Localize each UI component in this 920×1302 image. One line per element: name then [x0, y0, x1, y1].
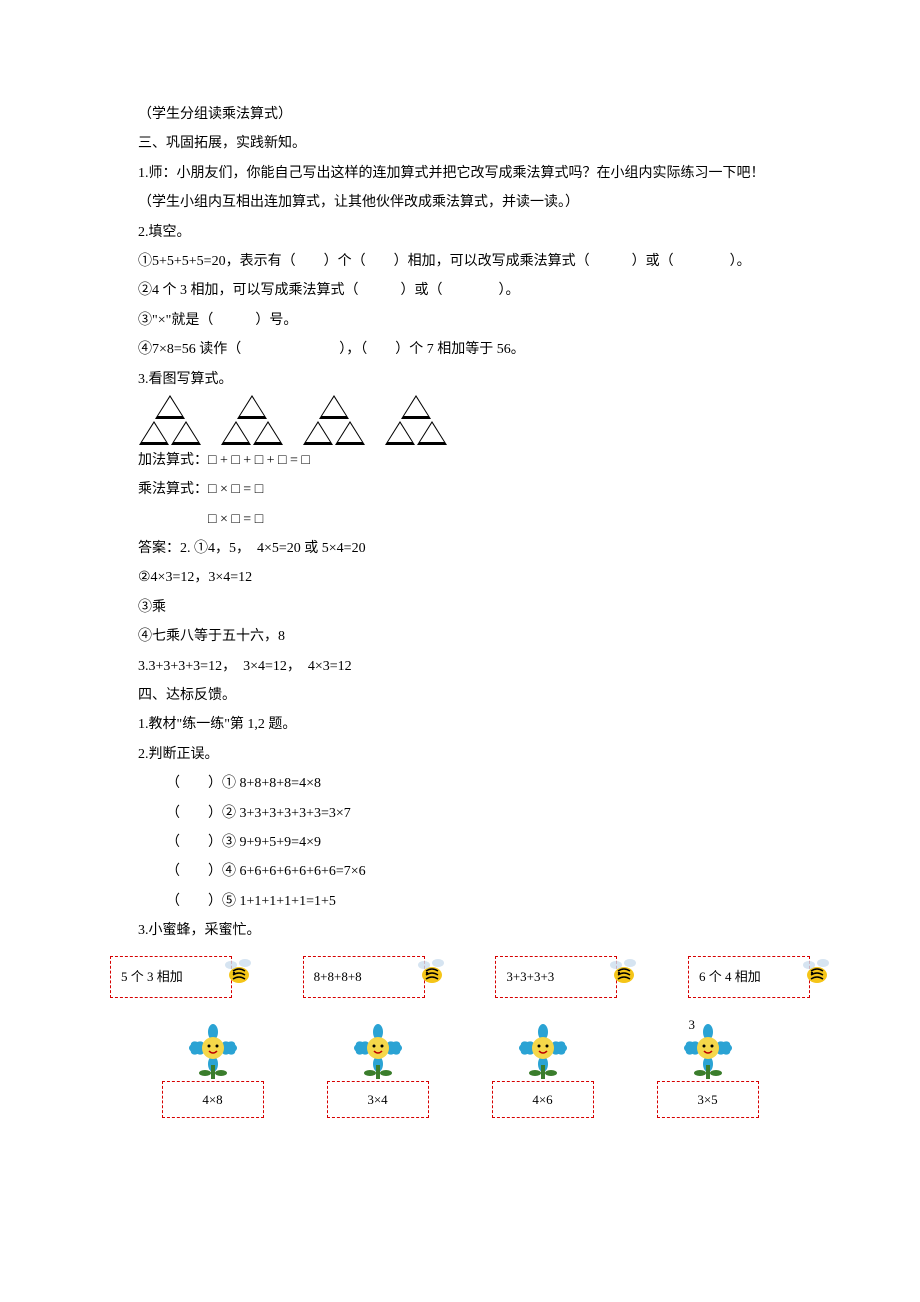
triangle-icon: [335, 421, 365, 445]
answer-line: ②4×3=12，3×4=12: [110, 563, 810, 592]
flower-box-label: 4×8: [162, 1081, 264, 1118]
text-line: 2.判断正误。: [110, 740, 810, 769]
bee-box-label: 3+3+3+3: [506, 963, 554, 990]
bee-box: 6 个 4 相加: [688, 956, 810, 998]
answer-line: 3.3+3+3+3=12， 3×4=12， 4×3=12: [110, 652, 810, 681]
fill-blank-item: ②4 个 3 相加，可以写成乘法算式（ ）或（ ）。: [110, 276, 810, 305]
section-heading: 四、达标反馈。: [110, 681, 810, 710]
fill-blank-item: ④7×8=56 读作（ ），（ ）个 7 相加等于 56。: [110, 335, 810, 364]
judge-item: （ ）③ 9+9+5+9=4×9: [110, 828, 810, 857]
triangle-icon: [303, 421, 333, 445]
sunflower-icon: [678, 1023, 738, 1083]
equation-line: □ × □ = □: [110, 505, 810, 534]
triangle-diagram: [138, 394, 810, 446]
triangle-icon: [237, 395, 267, 419]
flower-item: 3×5: [657, 1023, 759, 1118]
fill-blank-item: ③"×"就是（ ）号。: [110, 306, 810, 335]
bee-box: 5 个 3 相加: [110, 956, 232, 998]
text-line: 3.看图写算式。: [110, 365, 810, 394]
triangle-group: [384, 394, 448, 446]
triangle-icon: [221, 421, 251, 445]
text-line: 1.教材"练一练"第 1,2 题。: [110, 710, 810, 739]
page-number: 3: [689, 1011, 696, 1038]
triangle-group: [220, 394, 284, 446]
text-line: （学生分组读乘法算式）: [110, 100, 810, 129]
judge-item: （ ）② 3+3+3+3+3+3=3×7: [110, 799, 810, 828]
flower-box-label: 3×5: [657, 1081, 759, 1118]
judge-item: （ ）① 8+8+8+8=4×8: [110, 769, 810, 798]
triangle-icon: [319, 395, 349, 419]
flower-box-label: 3×4: [327, 1081, 429, 1118]
triangle-group: [302, 394, 366, 446]
flower-boxes-row: 4×8 3×4: [110, 1023, 810, 1118]
flower-item: 4×8: [162, 1023, 264, 1118]
triangle-icon: [253, 421, 283, 445]
bee-icon: [219, 953, 259, 993]
flower-box-label: 4×6: [492, 1081, 594, 1118]
text-line: （学生小组内互相出连加算式，让其他伙伴改成乘法算式，并读一读。）: [110, 188, 810, 217]
equation-line: 加法算式：□ + □ + □ + □ = □: [110, 446, 810, 475]
text-line: 1.师：小朋友们，你能自己写出这样的连加算式并把它改写成乘法算式吗？在小组内实际…: [110, 159, 810, 188]
bee-box: 3+3+3+3: [495, 956, 617, 998]
answer-line: 答案：2. ①4，5， 4×5=20 或 5×4=20: [110, 534, 810, 563]
answer-line: ③乘: [110, 593, 810, 622]
section-heading: 三、巩固拓展，实践新知。: [110, 129, 810, 158]
bee-box-label: 5 个 3 相加: [121, 963, 183, 990]
answer-line: ④七乘八等于五十六，8: [110, 622, 810, 651]
bee-box-label: 8+8+8+8: [314, 963, 362, 990]
bee-box: 8+8+8+8: [303, 956, 425, 998]
triangle-icon: [155, 395, 185, 419]
judge-item: （ ）⑤ 1+1+1+1+1=1+5: [110, 887, 810, 916]
flower-item: 3×4: [327, 1023, 429, 1118]
judge-item: （ ）④ 6+6+6+6+6+6+6=7×6: [110, 857, 810, 886]
triangle-group: [138, 394, 202, 446]
bee-boxes-row: 5 个 3 相加 8+8+8+8 3+3+3+3: [110, 956, 810, 998]
flower-item: 4×6: [492, 1023, 594, 1118]
triangle-icon: [171, 421, 201, 445]
sunflower-icon: [183, 1023, 243, 1083]
bee-icon: [604, 953, 644, 993]
text-line: 3.小蜜蜂，采蜜忙。: [110, 916, 810, 945]
bee-icon: [797, 953, 837, 993]
equation-line: 乘法算式：□ × □ = □: [110, 475, 810, 504]
bee-icon: [412, 953, 452, 993]
sunflower-icon: [513, 1023, 573, 1083]
triangle-icon: [139, 421, 169, 445]
triangle-icon: [401, 395, 431, 419]
text-line: 2.填空。: [110, 218, 810, 247]
bee-box-label: 6 个 4 相加: [699, 963, 761, 990]
triangle-icon: [417, 421, 447, 445]
sunflower-icon: [348, 1023, 408, 1083]
fill-blank-item: ①5+5+5+5=20，表示有（ ）个（ ）相加，可以改写成乘法算式（ ）或（ …: [110, 247, 810, 276]
triangle-icon: [385, 421, 415, 445]
